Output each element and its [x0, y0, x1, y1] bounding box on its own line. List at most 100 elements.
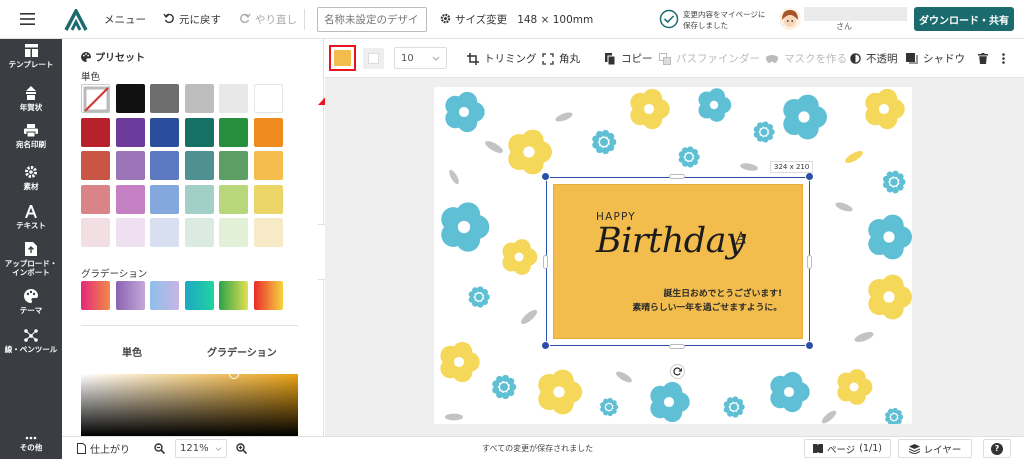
selection-handle-top[interactable]: [669, 174, 685, 179]
birthday-card-group[interactable]: HAPPY Birthday 誕生日おめでとうございます! 素晴らしい一年を過ご…: [546, 177, 810, 346]
sidebar-item-material[interactable]: 素材: [0, 165, 62, 191]
canvas-workarea[interactable]: HAPPY Birthday 誕生日おめでとうございます! 素晴らしい一年を過ご…: [325, 78, 1024, 436]
tab-gradient[interactable]: グラデーション: [207, 344, 277, 359]
color-swatch[interactable]: [150, 84, 179, 113]
gradient-swatch[interactable]: [150, 281, 179, 310]
sidebar-item-address-print[interactable]: 宛名印刷: [0, 124, 62, 149]
undo-button[interactable]: 元に戻す: [163, 0, 221, 39]
color-swatch[interactable]: [253, 218, 283, 247]
redo-button[interactable]: やり直し: [239, 0, 297, 39]
color-swatch[interactable]: [115, 117, 145, 147]
card-message-line1[interactable]: 誕生日おめでとうございます!: [578, 286, 782, 299]
color-swatch[interactable]: [184, 117, 214, 147]
color-swatch[interactable]: [184, 184, 214, 214]
sidebar-item-upload[interactable]: アップロード・ インポート: [0, 242, 62, 277]
hamburger-menu-icon[interactable]: [20, 13, 35, 25]
color-swatch[interactable]: [115, 84, 145, 113]
color-swatch[interactable]: [81, 117, 110, 147]
fill-color-swatch: [334, 50, 351, 66]
sidebar-item-new-year[interactable]: 年賀状: [0, 86, 62, 112]
sidebar-item-text[interactable]: テキスト: [0, 205, 62, 230]
app-logo-icon[interactable]: [64, 7, 88, 31]
font-size-select[interactable]: 10: [394, 47, 447, 69]
color-picker-area[interactable]: [81, 374, 298, 436]
stroke-color-button[interactable]: [363, 48, 384, 69]
swatch-no-color[interactable]: [81, 84, 110, 113]
menu-button[interactable]: メニュー: [104, 0, 146, 39]
sidebar-item-more[interactable]: その他: [0, 436, 62, 452]
shadow-button[interactable]: シャドウ: [906, 39, 965, 78]
selection-handle-br[interactable]: [805, 341, 814, 350]
gradient-swatch[interactable]: [115, 281, 145, 310]
fill-color-button[interactable]: [329, 45, 356, 71]
leaf: [449, 169, 459, 185]
gradient-swatch[interactable]: [219, 281, 248, 310]
color-swatch[interactable]: [184, 84, 214, 113]
selection-handle-tr[interactable]: [805, 172, 814, 181]
color-picker-handle[interactable]: [229, 369, 239, 379]
page-button[interactable]: ページ (1/1): [804, 439, 891, 458]
download-share-button[interactable]: ダウンロード・共有: [914, 7, 1014, 31]
color-swatch[interactable]: [253, 184, 283, 214]
finish-preview-button[interactable]: 仕上がり: [77, 437, 130, 459]
sidebar-item-template[interactable]: テンプレート: [0, 44, 62, 69]
help-button[interactable]: ?: [983, 439, 1011, 458]
color-swatch[interactable]: [219, 218, 248, 247]
hydrangea-dot: [736, 398, 743, 406]
selection-handle-tl[interactable]: [541, 172, 550, 181]
zoom-select[interactable]: 121%: [175, 439, 227, 458]
trim-button[interactable]: トリミング: [467, 39, 537, 78]
card-birthday-text[interactable]: Birthday: [596, 221, 746, 261]
opacity-button[interactable]: 不透明: [850, 39, 898, 78]
color-swatch[interactable]: [219, 84, 248, 113]
layer-button[interactable]: レイヤー: [898, 439, 972, 458]
color-swatch[interactable]: [115, 218, 145, 247]
color-swatch[interactable]: [115, 151, 145, 180]
color-swatch[interactable]: [81, 184, 110, 214]
zoom-value: 121%: [180, 443, 209, 454]
left-sidebar: テンプレート 年賀状 宛名印刷 素材 テキスト アップロード・ インポート テー…: [0, 39, 62, 459]
sidebar-item-pen-tool[interactable]: 線・ペンツール: [0, 329, 62, 354]
selection-handle-right[interactable]: [807, 255, 812, 269]
more-options-button[interactable]: [1002, 39, 1005, 78]
selection-handle-bl[interactable]: [541, 341, 550, 350]
color-swatch[interactable]: [81, 218, 110, 247]
selection-handle-left[interactable]: [543, 255, 548, 269]
rounded-corner-button[interactable]: 角丸: [542, 39, 580, 78]
copy-button[interactable]: コピー: [605, 39, 653, 78]
birthday-card-rect[interactable]: HAPPY Birthday 誕生日おめでとうございます! 素晴らしい一年を過ご…: [553, 184, 803, 339]
size-change-button[interactable]: サイズ変更 148 × 100mm: [440, 0, 593, 39]
selection-handle-bottom[interactable]: [669, 344, 685, 349]
color-swatch[interactable]: [81, 151, 110, 180]
color-swatch[interactable]: [150, 151, 179, 180]
avatar[interactable]: [779, 8, 801, 30]
card-message-line2[interactable]: 素晴らしい一年を過ごせますように。: [578, 300, 782, 313]
color-swatch[interactable]: [253, 151, 283, 180]
gradient-swatch[interactable]: [81, 281, 110, 310]
leaf: [520, 309, 538, 325]
tab-solid[interactable]: 単色: [122, 344, 142, 359]
make-mask-button[interactable]: マスクを作る: [765, 39, 847, 78]
delete-button[interactable]: [978, 39, 988, 78]
color-swatch[interactable]: [219, 151, 248, 180]
color-swatch[interactable]: [184, 151, 214, 180]
color-swatch[interactable]: [253, 84, 283, 113]
dimension-badge: 324 x 210: [770, 161, 814, 173]
color-swatch[interactable]: [184, 218, 214, 247]
color-swatch[interactable]: [150, 184, 179, 214]
color-swatch[interactable]: [115, 184, 145, 214]
gradient-swatch[interactable]: [253, 281, 283, 310]
hydrangea-dot: [691, 148, 698, 156]
zoom-in-button[interactable]: [236, 437, 247, 459]
color-swatch[interactable]: [150, 117, 179, 147]
design-name-input[interactable]: [317, 7, 427, 32]
sidebar-item-theme[interactable]: テーマ: [0, 289, 62, 315]
pathfinder-button[interactable]: パスファインダー: [659, 39, 760, 78]
rotate-handle-icon[interactable]: [670, 364, 685, 379]
color-swatch[interactable]: [219, 117, 248, 147]
zoom-out-button[interactable]: [154, 437, 165, 459]
gradient-swatch[interactable]: [184, 281, 214, 310]
color-swatch[interactable]: [150, 218, 179, 247]
color-swatch[interactable]: [253, 117, 283, 147]
color-swatch[interactable]: [219, 184, 248, 214]
